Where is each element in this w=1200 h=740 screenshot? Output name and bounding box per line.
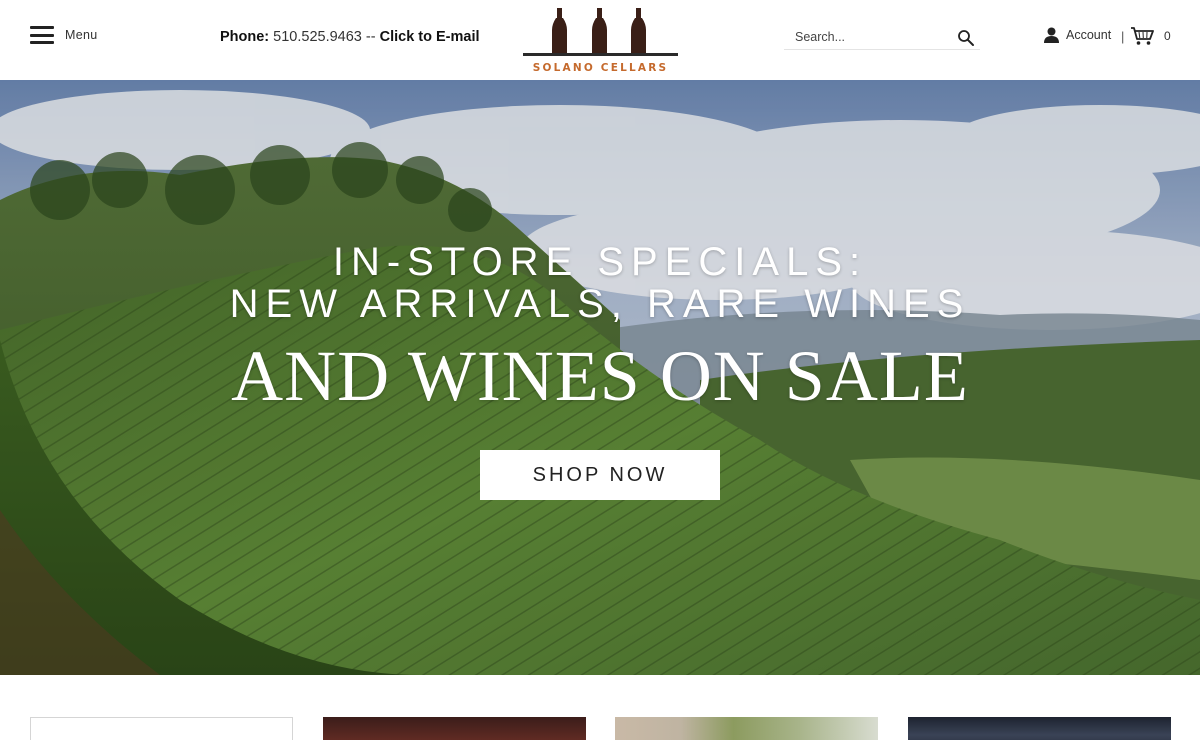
site-header: Menu Phone: 510.525.9463 -- Click to E-m… [0, 0, 1200, 80]
shop-now-button[interactable]: SHOP NOW [480, 450, 720, 500]
hero-headline-line1: IN-STORE SPECIALS: [332, 240, 868, 284]
feature-tile-1[interactable] [30, 717, 293, 740]
wine-bottles-logo [523, 8, 678, 56]
phone-prefix: Phone: [220, 29, 270, 45]
user-icon[interactable] [1044, 27, 1059, 43]
phone-number[interactable]: 510.525.9463 [273, 29, 362, 45]
site-logo[interactable]: SOLANO CELLARS [523, 6, 678, 76]
email-link[interactable]: Click to E-mail [380, 29, 480, 45]
phone-line: Phone: 510.525.9463 -- Click to E-mail [220, 29, 480, 45]
account-link[interactable]: Account [1044, 27, 1111, 43]
search-input[interactable] [795, 30, 945, 44]
cart-link[interactable]: 0 [1130, 26, 1171, 46]
feature-tile-2[interactable] [323, 717, 586, 740]
menu-button[interactable]: Menu [30, 26, 97, 44]
feature-tile-4[interactable] [908, 717, 1171, 740]
account-label[interactable]: Account [1066, 28, 1111, 42]
cart-icon[interactable] [1130, 26, 1154, 46]
menu-label[interactable]: Menu [65, 28, 97, 42]
phone-separator: -- [365, 29, 376, 45]
header-separator: | [1121, 29, 1125, 44]
hero-headline-line3: AND WINES ON SALE [231, 336, 969, 416]
hero-banner: IN-STORE SPECIALS: NEW ARRIVALS, RARE WI… [0, 80, 1200, 675]
feature-tile-3[interactable] [615, 717, 878, 740]
hamburger-icon[interactable] [30, 26, 54, 44]
logo-text: SOLANO CELLARS [532, 62, 669, 74]
search-box[interactable] [784, 26, 980, 50]
search-icon[interactable] [957, 29, 975, 47]
hero-headline-line2: NEW ARRIVALS, RARE WINES [229, 282, 971, 326]
cart-count: 0 [1164, 29, 1171, 43]
